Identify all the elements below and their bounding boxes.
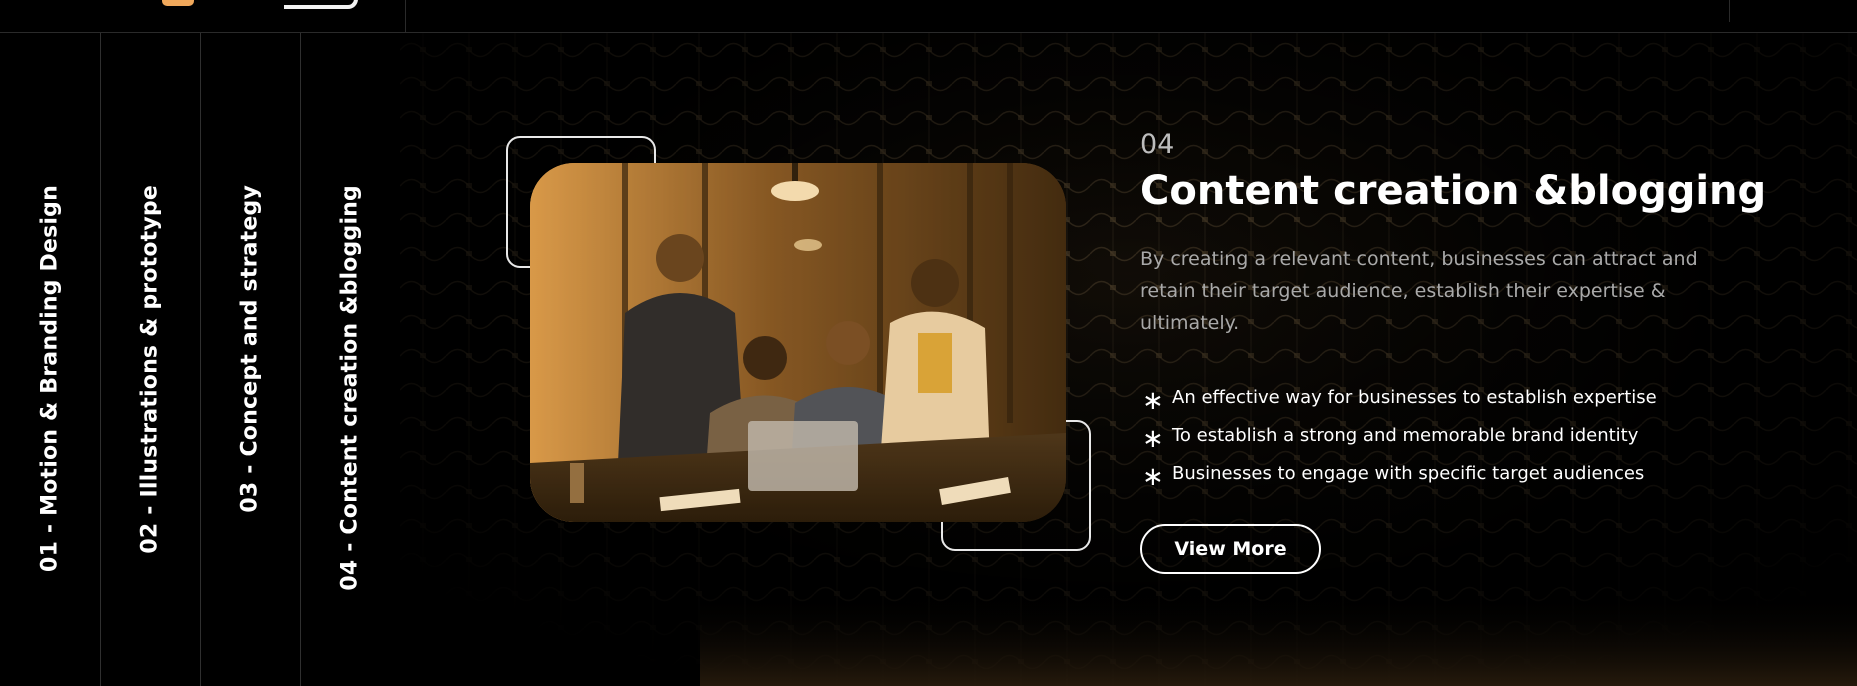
service-number: 04 [1140,129,1175,160]
feature-list: ∗ An effective way for businesses to est… [1140,379,1657,493]
logo-text-fragment [284,0,358,9]
asterisk-icon: ∗ [1142,462,1164,492]
navbar-divider [405,0,406,32]
list-item: ∗ Businesses to engage with specific tar… [1140,455,1657,493]
service-description: By creating a relevant content, business… [1140,248,1698,334]
list-item: ∗ To establish a strong and memorable br… [1140,417,1657,455]
tab-concept-strategy[interactable]: 03 - Concept and strategy [200,33,301,686]
tab-label: 01 - Motion & Branding Design [37,185,63,572]
team-meeting-photo [530,163,1066,522]
view-more-button[interactable]: View More [1140,524,1321,574]
tab-label: 02 - Illustrations & prototype [137,185,163,554]
tab-motion-branding[interactable]: 01 - Motion & Branding Design [0,33,101,686]
service-tabs: 01 - Motion & Branding Design 02 - Illus… [0,33,401,686]
service-detail-panel: 04 Content creation &blogging By creatin… [400,33,1857,686]
asterisk-icon: ∗ [1142,386,1164,416]
logo-icon[interactable] [162,0,194,6]
top-navbar [0,0,1857,33]
feature-text: To establish a strong and memorable bran… [1172,425,1639,446]
feature-text: An effective way for businesses to estab… [1172,387,1657,408]
feature-text: Businesses to engage with specific targe… [1172,463,1645,484]
tab-illustrations[interactable]: 02 - Illustrations & prototype [100,33,201,686]
tab-content-creation[interactable]: 04 - Content creation &blogging [300,33,401,686]
tab-label: 03 - Concept and strategy [237,185,263,513]
service-title: Content creation &blogging [1140,168,1767,214]
asterisk-icon: ∗ [1142,424,1164,454]
tab-label: 04 - Content creation &blogging [337,185,363,591]
list-item: ∗ An effective way for businesses to est… [1140,379,1657,417]
navbar-divider [1729,0,1730,22]
